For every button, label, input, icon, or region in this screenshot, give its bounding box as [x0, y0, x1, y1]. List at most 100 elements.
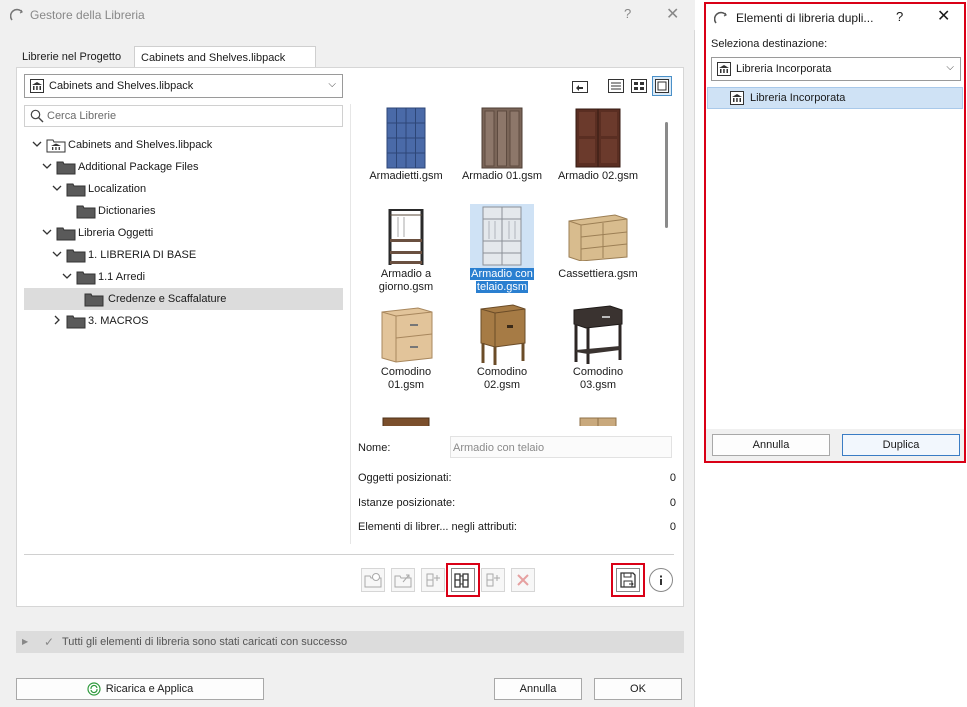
nightstand-icon: [470, 302, 534, 366]
object-item-comodino-01[interactable]: Comodino 01.gsm: [358, 300, 454, 398]
library-tree: Cabinets and Shelves.libpack Additional …: [24, 134, 343, 544]
object-item-armadio-02[interactable]: Armadio 02.gsm: [550, 104, 646, 202]
object-caption: Armadio 01.gsm: [461, 170, 543, 182]
wardrobe-icon: [470, 106, 534, 170]
tree-item-libpack[interactable]: Cabinets and Shelves.libpack: [24, 134, 343, 156]
grid-view-button[interactable]: [629, 76, 649, 96]
tree-item-libreria-oggetti[interactable]: Libreria Oggetti: [24, 222, 343, 244]
list-view-button[interactable]: [606, 76, 626, 96]
folder-add-icon: [364, 573, 382, 588]
chevron-down-icon[interactable]: [62, 271, 72, 281]
large-preview-icon: [655, 79, 669, 93]
close-icon[interactable]: ✕: [666, 4, 679, 24]
search-icon: [30, 109, 44, 123]
object-caption: Armadio a giorno.gsm: [378, 268, 434, 293]
object-caption: Comodino 01.gsm: [380, 366, 432, 391]
object-caption: Armadietti.gsm: [369, 170, 443, 182]
reload-apply-button[interactable]: Ricarica e Applica: [16, 678, 264, 700]
destination-label: Seleziona destinazione:: [711, 38, 828, 50]
add-library-button[interactable]: [361, 568, 385, 592]
chevron-down-icon[interactable]: [52, 183, 62, 193]
tree-item-macros[interactable]: 3. MACROS: [24, 310, 343, 332]
object-item-armadio-con-telaio[interactable]: Armadio con telaio.gsm: [454, 202, 550, 300]
tree-item-credenze-e-scaffalature[interactable]: Credenze e Scaffalature: [24, 288, 343, 310]
placed-objects-label: Oggetti posizionati:: [358, 472, 452, 484]
folder-icon: [76, 271, 96, 285]
expand-triangle-icon[interactable]: ▶: [22, 637, 28, 646]
highlight-duplicate-button: [446, 563, 480, 597]
object-item-comodino-03[interactable]: Comodino 03.gsm: [550, 300, 646, 398]
object-add-icon: [426, 573, 440, 587]
add-object-button[interactable]: [421, 568, 445, 592]
close-icon[interactable]: ✕: [937, 6, 950, 26]
object-item-comodino-02[interactable]: Comodino 02.gsm: [454, 300, 550, 398]
duplicate-button[interactable]: Duplica: [842, 434, 960, 456]
folder-icon: [56, 227, 76, 241]
tree-item-dictionaries[interactable]: Dictionaries: [24, 200, 343, 222]
highlight-save-button: [611, 563, 645, 597]
chevron-down-icon[interactable]: [42, 161, 52, 171]
object-item-cassettiera[interactable]: Cassettiera.gsm: [550, 202, 646, 300]
destination-list-item[interactable]: Libreria Incorporata: [707, 87, 963, 109]
cabinet-icon: [566, 400, 630, 426]
folder-icon: [84, 293, 104, 307]
object-item-partial[interactable]: [454, 398, 550, 426]
delete-icon: [517, 574, 529, 586]
library-icon: [717, 62, 731, 76]
tree-item-arredi[interactable]: 1.1 Arredi: [24, 266, 343, 288]
tree-item-label: Libreria Oggetti: [78, 227, 154, 239]
folder-icon: [66, 315, 86, 329]
export-button[interactable]: [391, 568, 415, 592]
status-bar[interactable]: ▶ ✓ Tutti gli elementi di libreria sono …: [16, 631, 684, 653]
object-item-armadietti[interactable]: Armadietti.gsm: [358, 104, 454, 202]
status-message: Tutti gli elementi di libreria sono stat…: [62, 636, 348, 648]
wardrobe-dark-icon: [566, 106, 630, 170]
object-item-armadio-01[interactable]: Armadio 01.gsm: [454, 104, 550, 202]
placed-objects-value: 0: [669, 472, 676, 484]
tree-item-label: 1. LIBRERIA DI BASE: [88, 249, 197, 261]
object-grid: Armadietti.gsm Armadio 01.gsm Armadio 02…: [358, 104, 658, 426]
object-caption: Comodino 02.gsm: [476, 366, 528, 391]
ok-button[interactable]: OK: [594, 678, 682, 700]
chest-icon: [374, 400, 438, 426]
help-icon[interactable]: ?: [624, 6, 631, 21]
tab-libpack[interactable]: Cabinets and Shelves.libpack: [134, 46, 316, 68]
dialog-title: Elementi di libreria dupli...: [736, 11, 874, 25]
object-item-partial[interactable]: [358, 398, 454, 426]
coat-rack-icon: [374, 204, 438, 268]
library-select-value: Cabinets and Shelves.libpack: [49, 80, 194, 92]
open-folder-button[interactable]: [570, 76, 590, 96]
object-caption: Armadio 02.gsm: [557, 170, 639, 182]
large-preview-button[interactable]: [652, 76, 672, 96]
help-icon[interactable]: ?: [896, 9, 903, 24]
chest-of-drawers-icon: [566, 204, 630, 268]
grid-view-icon: [631, 79, 647, 93]
tree-item-additional-package-files[interactable]: Additional Package Files: [24, 156, 343, 178]
tree-item-libreria-di-base[interactable]: 1. LIBRERIA DI BASE: [24, 244, 343, 266]
side-cancel-button[interactable]: Annulla: [712, 434, 830, 456]
tab-project-libraries[interactable]: Librerie nel Progetto: [16, 46, 134, 68]
cancel-button[interactable]: Annulla: [494, 678, 582, 700]
pane-divider[interactable]: [350, 104, 351, 544]
tree-item-localization[interactable]: Localization: [24, 178, 343, 200]
reload-apply-label: Ricarica e Applica: [105, 683, 194, 695]
object-grid-scrollbar[interactable]: [665, 122, 668, 228]
tree-item-label: Additional Package Files: [78, 161, 199, 173]
checkmark-icon: ✓: [44, 635, 55, 649]
object-item-armadio-a-giorno[interactable]: Armadio a giorno.gsm: [358, 202, 454, 300]
info-button[interactable]: [649, 568, 673, 592]
delete-button[interactable]: [511, 568, 535, 592]
destination-select[interactable]: Libreria Incorporata ⌵: [711, 57, 961, 81]
chevron-down-icon[interactable]: [32, 139, 42, 149]
chevron-down-icon[interactable]: [42, 227, 52, 237]
chevron-down-icon[interactable]: [52, 249, 62, 259]
chevron-down-icon: ⌵: [328, 79, 336, 90]
move-object-button[interactable]: [481, 568, 505, 592]
search-input[interactable]: [47, 108, 337, 124]
object-item-partial[interactable]: [550, 398, 646, 426]
object-caption: Cassettiera.gsm: [558, 268, 638, 280]
attribute-elements-row: Elementi di librer... negli attributi: 0: [358, 521, 676, 533]
name-value: Armadio con telaio: [453, 442, 545, 454]
library-select[interactable]: Cabinets and Shelves.libpack ⌵: [24, 74, 343, 98]
chevron-right-icon[interactable]: [52, 315, 62, 325]
